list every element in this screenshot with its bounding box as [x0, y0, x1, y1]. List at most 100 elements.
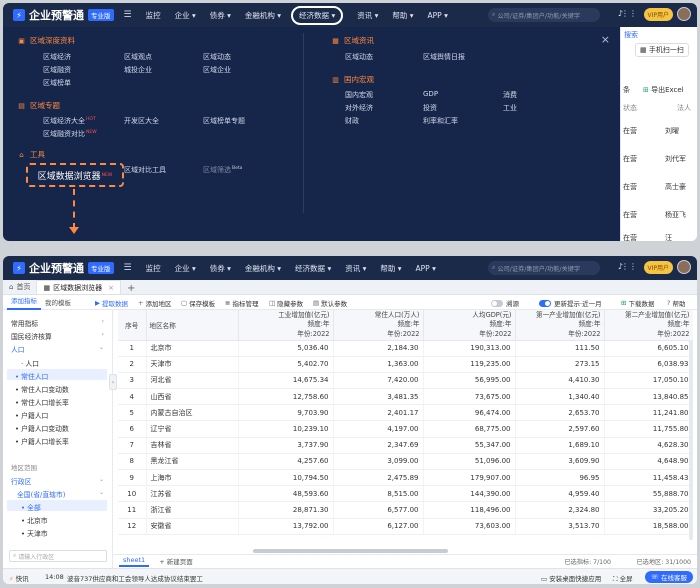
- chevron-right-icon[interactable]: ›: [102, 318, 104, 325]
- nav-monitor[interactable]: 监控: [146, 263, 161, 274]
- extract-data-button[interactable]: ▶ 提取数据: [95, 298, 128, 308]
- chevron-down-icon[interactable]: ⌄: [99, 344, 104, 351]
- group-admin-region[interactable]: 行政区: [11, 476, 31, 486]
- fullscreen-button[interactable]: ⛶ 全屏: [613, 573, 633, 584]
- logo[interactable]: ⚡ 企业预警通 专业版: [13, 260, 114, 276]
- col-industrial[interactable]: 工业增加值(亿元) 频度:年 年份:2022: [238, 310, 334, 341]
- region-data-browser-link[interactable]: 区域数据浏览器 NEW: [26, 163, 124, 187]
- link-foreign-economy[interactable]: 对外经济: [345, 103, 373, 113]
- default-params-button[interactable]: ▤ 默认参数: [313, 298, 347, 308]
- collapse-sidebar-icon[interactable]: ‹: [109, 374, 117, 390]
- item-registered-population[interactable]: • 户籍人口: [15, 410, 48, 420]
- link-lgfv[interactable]: 城投企业: [124, 65, 152, 75]
- nav-financial[interactable]: 金融机构 ▾: [245, 263, 281, 274]
- legal-cell[interactable]: 刘曜: [665, 126, 679, 136]
- link-regional-financing[interactable]: 区域融资: [43, 65, 71, 75]
- region-search-input[interactable]: ⌕ 请输入行政区: [9, 550, 107, 562]
- close-icon[interactable]: ×: [108, 284, 114, 292]
- legal-cell[interactable]: 杨亚飞: [665, 210, 686, 220]
- link-region-filter[interactable]: 区域筛选Beta: [203, 165, 242, 175]
- link-regional-enterprise[interactable]: 区域企业: [203, 65, 231, 75]
- nav-financial[interactable]: 金融机构 ▾: [245, 10, 281, 21]
- item-beijing[interactable]: • 北京市: [21, 515, 48, 525]
- logo[interactable]: ⚡ 企业预警通 专业版: [13, 7, 114, 23]
- menu-icon[interactable]: ☰: [124, 10, 132, 20]
- col-gdp-per-capita[interactable]: 人均GDP(元) 频度:年 年份:2022: [423, 310, 516, 341]
- avatar[interactable]: [677, 260, 691, 274]
- flash-news[interactable]: ⚡ 快讯: [9, 573, 29, 583]
- grid-icon[interactable]: ⋮⋮: [621, 262, 637, 271]
- col-secondary[interactable]: 第二产业增加值(亿元) 频度:年 年份:2022: [604, 310, 693, 341]
- table-row[interactable]: 3 河北省 14,675.34 7,420.00 56,995.00 4,410.30 17…: [118, 372, 693, 390]
- horizontal-scrollbar[interactable]: [253, 549, 448, 553]
- table-row[interactable]: 1 北京市 5,036.40 2,184.30 190,313.00 111.50 6,60…: [118, 340, 693, 357]
- chevron-down-icon[interactable]: ⌄: [99, 489, 104, 496]
- table-row[interactable]: 12 安徽省 13,792.00 6,127.00 73,603.00 3,513.70 1…: [118, 518, 693, 535]
- table-row[interactable]: 2 天津市 5,402.70 1,363.00 119,235.00 273.15 6,03…: [118, 356, 693, 373]
- link-macro[interactable]: 国内宏观: [345, 90, 373, 100]
- news-headline[interactable]: 波音737供应商和工会领导人达成协议结束罢工: [67, 573, 203, 583]
- link-news-dynamics[interactable]: 区域动态: [345, 52, 373, 62]
- table-row[interactable]: 9 上海市 10,794.50 2,475.89 179,907.00 96.95 11,4…: [118, 469, 693, 487]
- download-button[interactable]: ⊞ 下载数据: [621, 298, 654, 308]
- link-financing-compare[interactable]: 区域融资对比NEW: [43, 129, 97, 139]
- online-service-button[interactable]: ☏ 在线客服: [644, 571, 693, 583]
- nav-bond[interactable]: 债券 ▾: [210, 263, 231, 274]
- vip-badge[interactable]: VIP用户: [643, 8, 673, 21]
- nav-enterprise[interactable]: 企业 ▾: [175, 10, 196, 21]
- nav-economic-data[interactable]: 经济数据 ▾: [291, 5, 344, 25]
- link-finance[interactable]: 财政: [345, 116, 359, 126]
- legal-cell[interactable]: 高士豪: [665, 182, 686, 192]
- search-input[interactable]: ⌕ 公司/证券/集团户/功能/关键字: [488, 261, 600, 275]
- col-population[interactable]: 常住人口(万人) 频度:年 年份:2022: [333, 310, 424, 341]
- link-regional-views[interactable]: 区域观点: [124, 52, 152, 62]
- search-input[interactable]: ⌕ 公司/证券/集团户/功能/关键字: [488, 8, 600, 22]
- chevron-down-icon[interactable]: ⌄: [99, 476, 104, 483]
- manual-button[interactable]: ▦ 手机扫一扫: [635, 43, 689, 57]
- item-all[interactable]: • 全部: [21, 502, 41, 512]
- link-ranking-topic[interactable]: 区域榜单专题: [203, 116, 245, 126]
- table-row[interactable]: 5 内蒙古自治区 9,703.90 2,401.17 96,474.00 2,653.70…: [118, 404, 693, 422]
- link-dev-zones[interactable]: 开发区大全: [124, 116, 159, 126]
- group-common[interactable]: 常用指标: [11, 318, 38, 328]
- col-index[interactable]: 序号: [118, 310, 147, 341]
- link-region-compare[interactable]: 区域对比工具: [124, 165, 166, 175]
- nav-help[interactable]: 帮助 ▾: [380, 263, 401, 274]
- table-row[interactable]: 6 辽宁省 10,239.10 4,197.00 68,775.00 2,597.60 11…: [118, 420, 693, 438]
- nav-app[interactable]: APP ▾: [416, 264, 436, 273]
- sheet-tab[interactable]: sheet1: [119, 556, 150, 567]
- group-population[interactable]: 人口: [11, 344, 25, 354]
- grid-icon[interactable]: ⋮⋮: [621, 9, 637, 18]
- col-region[interactable]: 地区名称: [146, 310, 239, 341]
- help-button[interactable]: ? 帮助: [667, 298, 685, 308]
- link-rates[interactable]: 利率和汇率: [423, 116, 458, 126]
- menu-icon[interactable]: ☰: [124, 263, 132, 273]
- nav-news[interactable]: 资讯 ▾: [345, 263, 366, 274]
- tab-home[interactable]: ⌂ 首页: [3, 280, 36, 294]
- link-economy-encyclopedia[interactable]: 区域经济大全HOT: [43, 116, 96, 126]
- tab-my-templates[interactable]: 我的模板: [41, 297, 75, 310]
- link-regional-economy[interactable]: 区域经济: [43, 52, 71, 62]
- item-population[interactable]: · 人口: [21, 358, 39, 368]
- link-investment[interactable]: 投资: [423, 103, 437, 113]
- link-industry[interactable]: 工业: [503, 103, 517, 113]
- link-consumption[interactable]: 消费: [503, 90, 517, 100]
- indicator-manage-button[interactable]: ≣ 指标管理: [225, 298, 258, 308]
- table-row[interactable]: 7 吉林省 3,737.90 2,347.69 55,347.00 1,689.10 4,6…: [118, 437, 693, 454]
- nav-app[interactable]: APP ▾: [428, 11, 448, 20]
- tab-add-indicator[interactable]: 添加指标: [7, 295, 41, 310]
- chevron-right-icon[interactable]: ›: [102, 331, 104, 338]
- item-resident-population[interactable]: • 常住人口: [15, 371, 48, 381]
- col-primary[interactable]: 第一产业增加值(亿元) 频度:年 年份:2022: [515, 310, 605, 341]
- table-row[interactable]: 8 黑龙江省 4,257.60 3,099.00 51,096.00 3,609.90 4,…: [118, 453, 693, 471]
- link-daily-report[interactable]: 区域舆情日报: [423, 52, 465, 62]
- export-excel-button[interactable]: ⊞ 导出Excel: [643, 85, 684, 95]
- vertical-scrollbar[interactable]: [689, 340, 693, 540]
- link-gdp[interactable]: GDP: [423, 90, 438, 98]
- hide-params-button[interactable]: ◫ 隐藏参数: [269, 298, 303, 308]
- add-region-button[interactable]: + 添加地区: [138, 298, 171, 308]
- trace-toggle[interactable]: 溯源: [491, 298, 519, 308]
- nav-news[interactable]: 资讯 ▾: [357, 10, 378, 21]
- legal-cell[interactable]: 刘代军: [665, 154, 686, 164]
- item-tianjin[interactable]: • 天津市: [21, 528, 48, 538]
